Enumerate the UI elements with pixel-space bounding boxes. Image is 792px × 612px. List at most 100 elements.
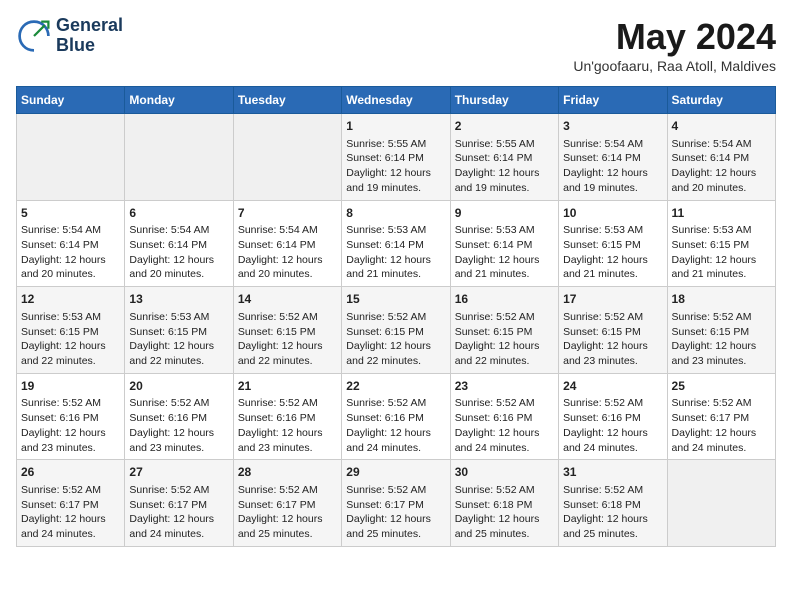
sunrise: Sunrise: 5:54 AM	[238, 224, 318, 236]
daylight: Daylight: 12 hours and 23 minutes.	[129, 427, 214, 454]
sunset: Sunset: 6:15 PM	[672, 326, 750, 338]
calendar-cell: 4 Sunrise: 5:54 AM Sunset: 6:14 PM Dayli…	[667, 114, 775, 201]
sunset: Sunset: 6:16 PM	[455, 412, 533, 424]
daylight: Daylight: 12 hours and 20 minutes.	[21, 254, 106, 281]
sunrise: Sunrise: 5:52 AM	[672, 311, 752, 323]
daylight: Daylight: 12 hours and 25 minutes.	[455, 513, 540, 540]
sunrise: Sunrise: 5:53 AM	[346, 224, 426, 236]
sunset: Sunset: 6:17 PM	[21, 499, 99, 511]
calendar-cell: 19 Sunrise: 5:52 AM Sunset: 6:16 PM Dayl…	[17, 373, 125, 460]
title-block: May 2024 Un'goofaaru, Raa Atoll, Maldive…	[573, 16, 776, 74]
day-header-wednesday: Wednesday	[342, 87, 450, 114]
calendar-cell: 22 Sunrise: 5:52 AM Sunset: 6:16 PM Dayl…	[342, 373, 450, 460]
day-number: 10	[563, 205, 662, 222]
sunrise: Sunrise: 5:52 AM	[346, 397, 426, 409]
sunset: Sunset: 6:14 PM	[129, 239, 207, 251]
calendar-cell: 24 Sunrise: 5:52 AM Sunset: 6:16 PM Dayl…	[559, 373, 667, 460]
logo-text: General Blue	[56, 16, 123, 56]
sunset: Sunset: 6:16 PM	[563, 412, 641, 424]
calendar-week-row: 12 Sunrise: 5:53 AM Sunset: 6:15 PM Dayl…	[17, 287, 776, 374]
day-number: 26	[21, 464, 120, 481]
sunset: Sunset: 6:15 PM	[455, 326, 533, 338]
calendar-body: 1 Sunrise: 5:55 AM Sunset: 6:14 PM Dayli…	[17, 114, 776, 547]
sunrise: Sunrise: 5:52 AM	[346, 311, 426, 323]
location: Un'goofaaru, Raa Atoll, Maldives	[573, 58, 776, 74]
calendar-cell: 30 Sunrise: 5:52 AM Sunset: 6:18 PM Dayl…	[450, 460, 558, 547]
calendar-table: SundayMondayTuesdayWednesdayThursdayFrid…	[16, 86, 776, 547]
calendar-week-row: 1 Sunrise: 5:55 AM Sunset: 6:14 PM Dayli…	[17, 114, 776, 201]
daylight: Daylight: 12 hours and 20 minutes.	[238, 254, 323, 281]
calendar-cell: 11 Sunrise: 5:53 AM Sunset: 6:15 PM Dayl…	[667, 200, 775, 287]
sunset: Sunset: 6:15 PM	[129, 326, 207, 338]
day-number: 23	[455, 378, 554, 395]
sunset: Sunset: 6:16 PM	[21, 412, 99, 424]
day-number: 2	[455, 118, 554, 135]
daylight: Daylight: 12 hours and 19 minutes.	[346, 167, 431, 194]
sunrise: Sunrise: 5:52 AM	[455, 397, 535, 409]
calendar-header-row: SundayMondayTuesdayWednesdayThursdayFrid…	[17, 87, 776, 114]
sunrise: Sunrise: 5:52 AM	[238, 484, 318, 496]
sunrise: Sunrise: 5:52 AM	[455, 484, 535, 496]
sunrise: Sunrise: 5:52 AM	[563, 484, 643, 496]
sunset: Sunset: 6:17 PM	[238, 499, 316, 511]
calendar-cell: 17 Sunrise: 5:52 AM Sunset: 6:15 PM Dayl…	[559, 287, 667, 374]
day-number: 17	[563, 291, 662, 308]
day-header-monday: Monday	[125, 87, 233, 114]
daylight: Daylight: 12 hours and 24 minutes.	[21, 513, 106, 540]
daylight: Daylight: 12 hours and 22 minutes.	[21, 340, 106, 367]
page-header: General Blue May 2024 Un'goofaaru, Raa A…	[16, 16, 776, 74]
sunset: Sunset: 6:14 PM	[455, 152, 533, 164]
sunset: Sunset: 6:15 PM	[563, 326, 641, 338]
sunset: Sunset: 6:16 PM	[129, 412, 207, 424]
calendar-cell: 8 Sunrise: 5:53 AM Sunset: 6:14 PM Dayli…	[342, 200, 450, 287]
day-number: 4	[672, 118, 771, 135]
day-number: 19	[21, 378, 120, 395]
sunrise: Sunrise: 5:52 AM	[21, 484, 101, 496]
sunset: Sunset: 6:15 PM	[346, 326, 424, 338]
sunset: Sunset: 6:18 PM	[455, 499, 533, 511]
sunset: Sunset: 6:16 PM	[346, 412, 424, 424]
day-header-friday: Friday	[559, 87, 667, 114]
day-number: 16	[455, 291, 554, 308]
sunset: Sunset: 6:18 PM	[563, 499, 641, 511]
daylight: Daylight: 12 hours and 25 minutes.	[238, 513, 323, 540]
day-number: 12	[21, 291, 120, 308]
day-number: 24	[563, 378, 662, 395]
sunset: Sunset: 6:17 PM	[129, 499, 207, 511]
sunrise: Sunrise: 5:54 AM	[563, 138, 643, 150]
calendar-cell: 29 Sunrise: 5:52 AM Sunset: 6:17 PM Dayl…	[342, 460, 450, 547]
sunrise: Sunrise: 5:52 AM	[563, 311, 643, 323]
calendar-cell: 14 Sunrise: 5:52 AM Sunset: 6:15 PM Dayl…	[233, 287, 341, 374]
sunrise: Sunrise: 5:52 AM	[129, 484, 209, 496]
calendar-cell	[125, 114, 233, 201]
day-header-thursday: Thursday	[450, 87, 558, 114]
daylight: Daylight: 12 hours and 22 minutes.	[455, 340, 540, 367]
sunrise: Sunrise: 5:52 AM	[563, 397, 643, 409]
sunrise: Sunrise: 5:52 AM	[238, 397, 318, 409]
calendar-cell: 21 Sunrise: 5:52 AM Sunset: 6:16 PM Dayl…	[233, 373, 341, 460]
calendar-cell: 27 Sunrise: 5:52 AM Sunset: 6:17 PM Dayl…	[125, 460, 233, 547]
sunset: Sunset: 6:14 PM	[563, 152, 641, 164]
daylight: Daylight: 12 hours and 20 minutes.	[129, 254, 214, 281]
sunset: Sunset: 6:14 PM	[672, 152, 750, 164]
calendar-cell: 9 Sunrise: 5:53 AM Sunset: 6:14 PM Dayli…	[450, 200, 558, 287]
daylight: Daylight: 12 hours and 21 minutes.	[672, 254, 757, 281]
logo: General Blue	[16, 16, 123, 56]
sunrise: Sunrise: 5:54 AM	[21, 224, 101, 236]
day-number: 7	[238, 205, 337, 222]
sunset: Sunset: 6:14 PM	[346, 152, 424, 164]
daylight: Daylight: 12 hours and 24 minutes.	[672, 427, 757, 454]
day-number: 31	[563, 464, 662, 481]
sunrise: Sunrise: 5:53 AM	[563, 224, 643, 236]
day-number: 27	[129, 464, 228, 481]
calendar-cell: 15 Sunrise: 5:52 AM Sunset: 6:15 PM Dayl…	[342, 287, 450, 374]
calendar-cell: 28 Sunrise: 5:52 AM Sunset: 6:17 PM Dayl…	[233, 460, 341, 547]
daylight: Daylight: 12 hours and 25 minutes.	[563, 513, 648, 540]
daylight: Daylight: 12 hours and 23 minutes.	[21, 427, 106, 454]
calendar-cell: 18 Sunrise: 5:52 AM Sunset: 6:15 PM Dayl…	[667, 287, 775, 374]
day-header-tuesday: Tuesday	[233, 87, 341, 114]
daylight: Daylight: 12 hours and 24 minutes.	[563, 427, 648, 454]
sunset: Sunset: 6:14 PM	[346, 239, 424, 251]
daylight: Daylight: 12 hours and 21 minutes.	[563, 254, 648, 281]
sunrise: Sunrise: 5:53 AM	[455, 224, 535, 236]
